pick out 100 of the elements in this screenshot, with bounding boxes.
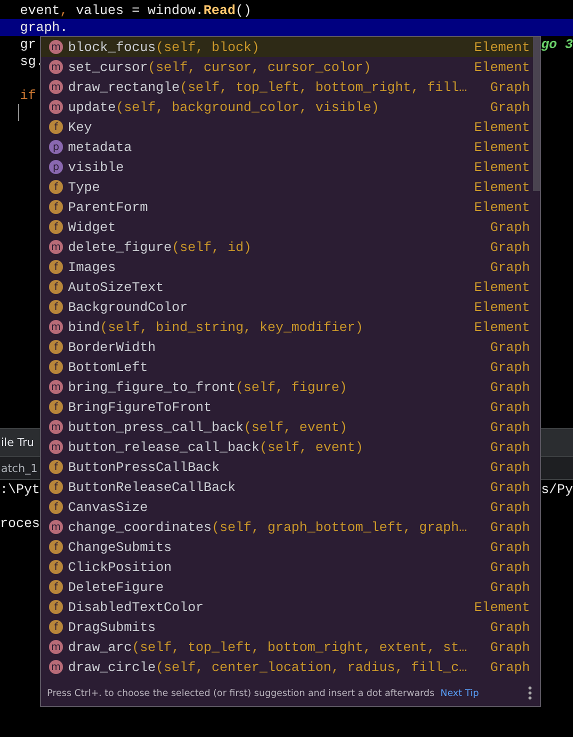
completion-item[interactable]: m draw_circle(self, center_location, radius, fill_c… Graph [41, 657, 540, 677]
completion-type: Element [473, 300, 530, 314]
completion-type: Graph [489, 420, 530, 434]
code-text: go 3 [541, 37, 573, 52]
method-icon: m [49, 660, 63, 674]
completion-item[interactable]: f ClickPosition Graph [41, 557, 540, 577]
completion-name: bring_figure_to_front(self, figure) [68, 380, 348, 394]
completion-name: BorderWidth [68, 340, 156, 354]
field-icon: f [49, 220, 63, 234]
completion-type: Graph [489, 460, 530, 474]
completion-item[interactable]: f BottomLeft Graph [41, 357, 540, 377]
completion-item[interactable]: f ButtonReleaseCallBack Graph [41, 477, 540, 497]
field-icon: f [49, 500, 63, 514]
method-icon: m [49, 320, 63, 334]
completion-item[interactable]: f Images Graph [41, 257, 540, 277]
completion-name: delete_figure(self, id) [68, 240, 252, 254]
completion-type: Graph [489, 260, 530, 274]
completion-name: metadata [68, 140, 132, 154]
code-line: if [20, 88, 36, 103]
console-text: s/Py [541, 482, 573, 499]
field-icon: f [49, 400, 63, 414]
method-icon: m [49, 420, 63, 434]
completion-item[interactable]: m draw_rectangle(self, top_left, bottom_right, fill… Graph [41, 77, 540, 97]
completion-item[interactable]: f DisabledTextColor Element [41, 597, 540, 617]
console-text: roces [0, 516, 40, 533]
completion-type: Graph [489, 640, 530, 654]
completion-type: Graph [489, 80, 530, 94]
completion-item[interactable]: f ChangeSubmits Graph [41, 537, 540, 557]
completion-type: Graph [489, 220, 530, 234]
field-icon: f [49, 280, 63, 294]
completion-name: change_coordinates(self, graph_bottom_left, graph… [68, 520, 467, 534]
completion-item[interactable]: f AutoSizeText Element [41, 277, 540, 297]
field-icon: f [49, 480, 63, 494]
scrollbar-thumb[interactable] [533, 37, 540, 191]
completion-name: visible [68, 160, 124, 174]
completion-item[interactable]: m delete_figure(self, id) Graph [41, 237, 540, 257]
completion-type: Graph [489, 400, 530, 414]
completion-type: Element [473, 200, 530, 214]
console-text: :\Pyt [0, 482, 40, 499]
method-icon: m [49, 640, 63, 654]
completion-type: Graph [489, 580, 530, 594]
completion-item[interactable]: m bring_figure_to_front(self, figure) Graph [41, 377, 540, 397]
field-icon: f [49, 260, 63, 274]
completion-item[interactable]: f Type Element [41, 177, 540, 197]
completion-item[interactable]: f DragSubmits Graph [41, 617, 540, 637]
completion-item[interactable]: f Widget Graph [41, 217, 540, 237]
completion-name: button_press_call_back(self, event) [68, 420, 348, 434]
completion-item[interactable]: m button_press_call_back(self, event) Graph [41, 417, 540, 437]
completion-item[interactable]: f BringFigureToFront Graph [41, 397, 540, 417]
completion-type: Graph [489, 520, 530, 534]
completion-item[interactable]: f ParentForm Element [41, 197, 540, 217]
code-line: graph. [20, 20, 68, 35]
completion-name: BottomLeft [68, 360, 148, 374]
tab[interactable]: atch_1 [1, 462, 38, 474]
completion-type: Graph [489, 440, 530, 454]
completion-item[interactable]: f CanvasSize Graph [41, 497, 540, 517]
completion-item[interactable]: m bind(self, bind_string, key_modifier) Element [41, 317, 540, 337]
completion-name: button_release_call_back(self, event) [68, 440, 364, 454]
completion-name: BringFigureToFront [68, 400, 212, 414]
field-icon: f [49, 200, 63, 214]
completion-item[interactable]: p metadata Element [41, 137, 540, 157]
completion-item[interactable]: m change_coordinates(self, graph_bottom_left, graph… Graph [41, 517, 540, 537]
completion-item[interactable]: f Key Element [41, 117, 540, 137]
hint-text: Press Ctrl+. to choose the selected (or first) suggestion and insert a dot afterwards [47, 688, 434, 698]
completion-type: Element [473, 40, 530, 54]
completion-name: ParentForm [68, 200, 148, 214]
completion-item[interactable]: m button_release_call_back(self, event) Graph [41, 437, 540, 457]
tool-window-title: ile Tru [1, 436, 34, 449]
next-tip-link[interactable]: Next Tip [440, 688, 479, 698]
completion-item[interactable]: f BackgroundColor Element [41, 297, 540, 317]
completion-name: ButtonPressCallBack [68, 460, 220, 474]
completion-name: Widget [68, 220, 116, 234]
completion-item[interactable]: m draw_arc(self, top_left, bottom_right, extent, st… Graph [41, 637, 540, 657]
completion-name: DeleteFigure [68, 580, 164, 594]
completion-type: Graph [489, 560, 530, 574]
code-line: sg. [20, 54, 44, 69]
field-icon: f [49, 600, 63, 614]
completion-name: Images [68, 260, 116, 274]
completion-name: Key [68, 120, 92, 134]
method-icon: m [49, 60, 63, 74]
completion-name: ButtonReleaseCallBack [68, 480, 236, 494]
more-icon[interactable] [528, 686, 532, 700]
completion-name: set_cursor(self, cursor, cursor_color) [68, 60, 372, 74]
method-icon: m [49, 440, 63, 454]
completion-item[interactable]: m set_cursor(self, cursor, cursor_color) Element [41, 57, 540, 77]
completion-item[interactable]: f ButtonPressCallBack Graph [41, 457, 540, 477]
completion-type: Graph [489, 380, 530, 394]
completion-name: ChangeSubmits [68, 540, 172, 554]
property-icon: p [49, 160, 63, 174]
completion-type: Graph [489, 540, 530, 554]
completion-type: Element [473, 160, 530, 174]
completion-type: Graph [489, 240, 530, 254]
completion-item[interactable]: f DeleteFigure Graph [41, 577, 540, 597]
field-icon: f [49, 300, 63, 314]
completion-item[interactable]: p visible Element [41, 157, 540, 177]
completion-name: draw_arc(self, top_left, bottom_right, extent, st… [68, 640, 467, 654]
field-icon: f [49, 540, 63, 554]
completion-name: draw_rectangle(self, top_left, bottom_right, fill… [68, 80, 467, 94]
completion-item[interactable]: m update(self, background_color, visible) Graph [41, 97, 540, 117]
completion-item[interactable]: f BorderWidth Graph [41, 337, 540, 357]
